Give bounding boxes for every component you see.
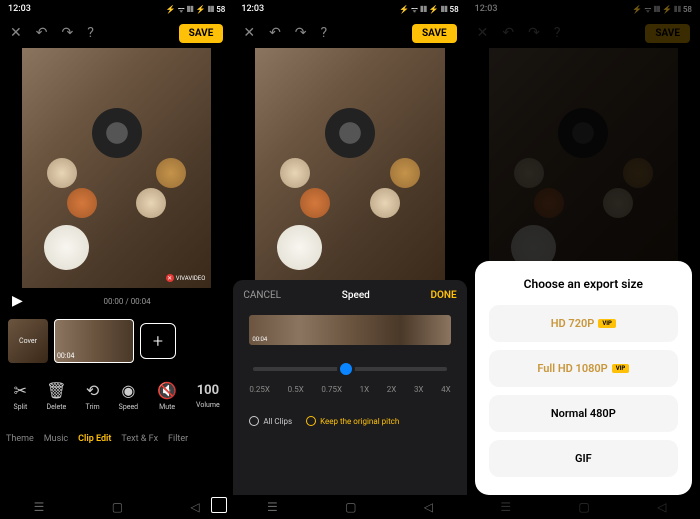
- speed-marks: 0.25X0.5X 0.75X1X 2X3X 4X: [249, 385, 450, 394]
- status-icons: ⚡ ᯤ ⫴⫴ ⚡ ⫴⫴ 58: [399, 4, 459, 15]
- nav-home-icon[interactable]: ▢: [112, 500, 123, 514]
- fullscreen-icon[interactable]: [211, 497, 227, 513]
- export-option-480p[interactable]: Normal 480P: [489, 395, 678, 432]
- slider-thumb[interactable]: [337, 360, 355, 378]
- tab-theme[interactable]: Theme: [6, 430, 34, 448]
- clock: 12:03: [8, 4, 31, 14]
- tool-volume[interactable]: 100Volume: [196, 383, 220, 409]
- help-icon[interactable]: ?: [321, 25, 328, 41]
- tab-music[interactable]: Music: [44, 430, 68, 448]
- export-option-720p[interactable]: HD 720PVIP: [489, 305, 678, 342]
- export-modal: Choose an export size HD 720PVIP Full HD…: [475, 261, 692, 495]
- export-option-gif[interactable]: GIF: [489, 440, 678, 477]
- trim-icon: ⟲: [86, 381, 99, 400]
- nav-back-icon[interactable]: ◁: [424, 500, 433, 514]
- scissors-icon: ✂: [14, 381, 27, 400]
- cancel-button[interactable]: CANCEL: [243, 290, 281, 301]
- video-preview[interactable]: ✕VIVAVIDEO: [22, 48, 211, 288]
- panel-title: Speed: [342, 290, 370, 301]
- vip-badge: VIP: [598, 319, 616, 328]
- tab-clip-edit[interactable]: Clip Edit: [78, 430, 111, 448]
- tool-speed[interactable]: ◉Speed: [119, 381, 138, 411]
- top-bar: ✕ ↶ ↷ ? SAVE: [0, 18, 233, 48]
- tool-split[interactable]: ✂Split: [13, 381, 27, 411]
- tool-mute[interactable]: 🔇Mute: [157, 381, 177, 411]
- done-button[interactable]: DONE: [431, 290, 457, 301]
- save-button[interactable]: SAVE: [179, 24, 224, 43]
- speed-icon: ◉: [121, 381, 135, 400]
- tab-row: Theme Music Clip Edit Text & Fx Filter: [0, 424, 233, 454]
- nav-bar: ☰ ▢ ◁: [0, 495, 233, 519]
- tool-trim[interactable]: ⟲Trim: [86, 381, 100, 411]
- export-title: Choose an export size: [489, 277, 678, 291]
- trash-icon: 🗑: [46, 381, 66, 400]
- help-icon[interactable]: ?: [87, 25, 94, 41]
- clock: 12:03: [241, 4, 264, 14]
- mute-icon: 🔇: [157, 381, 177, 400]
- status-icons: ⚡ ᯤ ⫴⫴ ⚡ ⫴⫴ 58: [166, 4, 226, 15]
- nav-menu-icon[interactable]: ☰: [34, 500, 45, 514]
- undo-icon[interactable]: ↶: [36, 25, 48, 41]
- tab-filter[interactable]: Filter: [168, 430, 188, 448]
- radio-icon: [249, 416, 259, 426]
- tool-delete[interactable]: 🗑Delete: [46, 381, 66, 411]
- status-bar: 12:03 ⚡ ᯤ ⫴⫴ ⚡ ⫴⫴ 58: [0, 0, 233, 18]
- speed-panel: CANCEL Speed DONE 00:04 0.25X0.5X 0.75X1…: [233, 280, 466, 495]
- clip-strip[interactable]: 00:04: [249, 315, 450, 345]
- top-bar: ✕ ↶ ↷ ? SAVE: [233, 18, 466, 48]
- clip-thumbnail[interactable]: 00:04: [54, 319, 134, 363]
- close-icon[interactable]: ✕: [243, 25, 255, 41]
- nav-bar: ☰ ▢ ◁: [233, 495, 466, 519]
- all-clips-option[interactable]: All Clips: [249, 416, 292, 426]
- nav-home-icon[interactable]: ▢: [345, 500, 356, 514]
- vip-badge: VIP: [612, 364, 630, 373]
- volume-value: 100: [197, 383, 219, 398]
- undo-icon[interactable]: ↶: [269, 25, 281, 41]
- nav-menu-icon[interactable]: ☰: [267, 500, 278, 514]
- play-button[interactable]: ▶: [12, 293, 23, 309]
- tool-row: ✂Split 🗑Delete ⟲Trim ◉Speed 🔇Mute 100Vol…: [0, 368, 233, 424]
- redo-icon[interactable]: ↷: [295, 25, 307, 41]
- redo-icon[interactable]: ↷: [61, 25, 73, 41]
- timecode: 00:00 / 00:04: [103, 297, 150, 306]
- timeline[interactable]: Cover 00:04 +: [0, 314, 233, 368]
- tab-text-fx[interactable]: Text & Fx: [121, 430, 158, 448]
- video-preview[interactable]: [255, 48, 444, 288]
- keep-pitch-option[interactable]: Keep the original pitch: [306, 416, 399, 426]
- radio-icon: [306, 416, 316, 426]
- save-button[interactable]: SAVE: [412, 24, 457, 43]
- nav-back-icon[interactable]: ◁: [190, 500, 199, 514]
- add-clip-button[interactable]: +: [140, 323, 176, 359]
- cover-thumbnail[interactable]: Cover: [8, 319, 48, 363]
- close-icon[interactable]: ✕: [10, 25, 22, 41]
- speed-slider[interactable]: [253, 367, 446, 371]
- export-option-1080p[interactable]: Full HD 1080PVIP: [489, 350, 678, 387]
- status-bar: 12:03 ⚡ ᯤ ⫴⫴ ⚡ ⫴⫴ 58: [233, 0, 466, 18]
- watermark[interactable]: ✕VIVAVIDEO: [166, 274, 206, 282]
